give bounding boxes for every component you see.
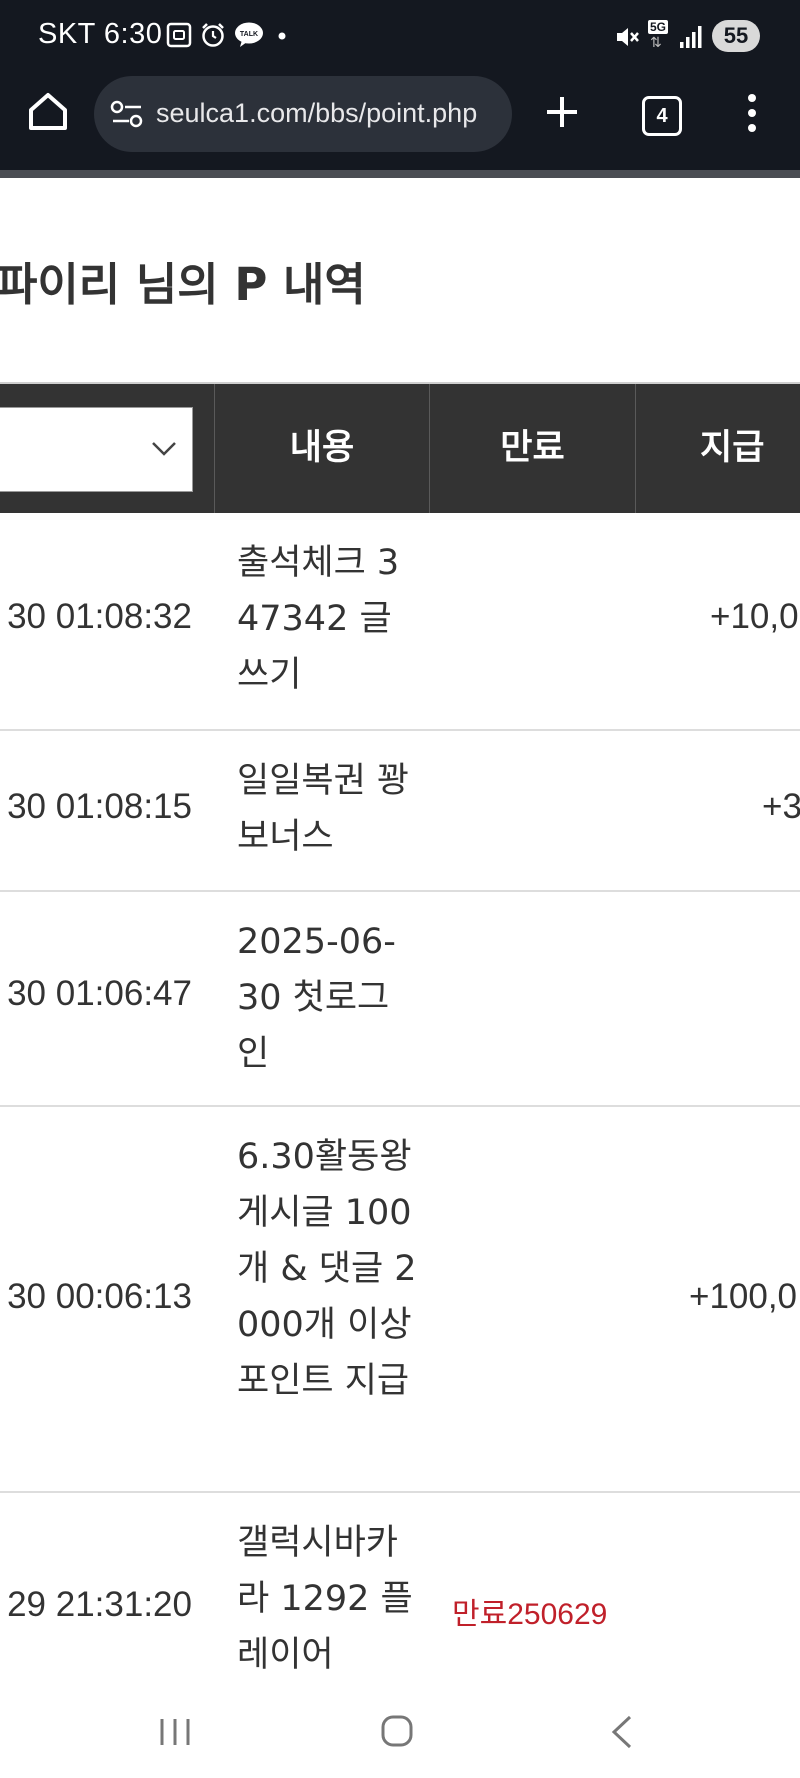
row-expire: 만료250629	[452, 1598, 608, 1631]
address-bar[interactable]: seulca1.com/bbs/point.php	[94, 76, 512, 152]
kakaotalk-icon: TALK	[235, 22, 263, 47]
battery-indicator: 55	[712, 20, 760, 52]
table-row: 30 00:06:13 6.30활동왕 게시글 100개 & 댓글 2000개 …	[0, 1107, 800, 1493]
filter-select[interactable]	[0, 407, 193, 492]
row-content: 일일복권 꽝 보너스	[237, 761, 410, 857]
table-row: 30 01:08:15 일일복권 꽝 보너스 +3	[0, 731, 800, 892]
header-divider	[635, 384, 636, 513]
table-row: 29 21:31:20 갤럭시바카라 1292 플레이어 만료250629	[0, 1493, 800, 1693]
screen-record-icon	[166, 22, 192, 48]
status-bar: SKT 6:30 TALK 5G ⇅ 55	[0, 0, 800, 72]
row-amount: +3	[762, 787, 800, 826]
row-content: 2025-06-30 첫로그인	[237, 922, 396, 1074]
page-load-bar	[0, 170, 800, 178]
home-nav-icon[interactable]	[380, 1714, 414, 1748]
header-content: 내용	[289, 428, 355, 468]
table-header: 내용 만료 지급	[0, 382, 800, 513]
row-content: 6.30활동왕 게시글 100개 & 댓글 2000개 이상 포인트 지급	[237, 1137, 417, 1401]
recent-apps-icon[interactable]	[158, 1716, 192, 1748]
svg-text:TALK: TALK	[240, 31, 258, 38]
home-icon[interactable]	[26, 90, 70, 134]
network-label: 5G	[648, 20, 669, 34]
tab-switcher-button[interactable]: 4	[642, 96, 682, 136]
signal-icon	[680, 26, 702, 48]
row-content: 갤럭시바카라 1292 플레이어	[237, 1523, 413, 1675]
row-content: 출석체크 347342 글쓰기	[237, 543, 400, 695]
page-title: 파이리 님의 P 내역	[0, 258, 366, 311]
row-datetime: 29 21:31:20	[7, 1585, 192, 1624]
row-datetime: 30 00:06:13	[7, 1277, 192, 1316]
dot-icon	[278, 32, 286, 40]
row-datetime: 30 01:08:32	[7, 597, 192, 636]
row-amount: +10,0	[710, 597, 799, 636]
carrier-time: SKT 6:30	[38, 18, 163, 50]
more-menu-icon[interactable]	[744, 92, 760, 134]
header-give: 지급	[700, 428, 765, 468]
table-row: 30 01:08:32 출석체크 347342 글쓰기 +10,0	[0, 511, 800, 731]
mute-icon	[617, 28, 639, 46]
new-tab-icon[interactable]	[544, 94, 580, 130]
row-amount: +100,0	[689, 1277, 798, 1316]
url-text[interactable]: seulca1.com/bbs/point.php	[156, 98, 477, 129]
back-icon[interactable]	[608, 1714, 636, 1750]
alarm-icon	[202, 23, 224, 47]
row-datetime: 30 01:08:15	[7, 787, 192, 826]
system-nav-bar	[0, 1690, 800, 1778]
browser-toolbar: seulca1.com/bbs/point.php 4	[0, 72, 800, 170]
table-row: 30 01:06:47 2025-06-30 첫로그인	[0, 892, 800, 1107]
header-expire: 만료	[500, 428, 565, 468]
row-datetime: 30 01:06:47	[7, 974, 192, 1013]
network-indicator: 5G ⇅	[646, 20, 672, 54]
site-settings-icon[interactable]	[110, 98, 144, 130]
chevron-down-icon	[152, 442, 176, 456]
data-arrows-icon: ⇅	[650, 35, 662, 51]
